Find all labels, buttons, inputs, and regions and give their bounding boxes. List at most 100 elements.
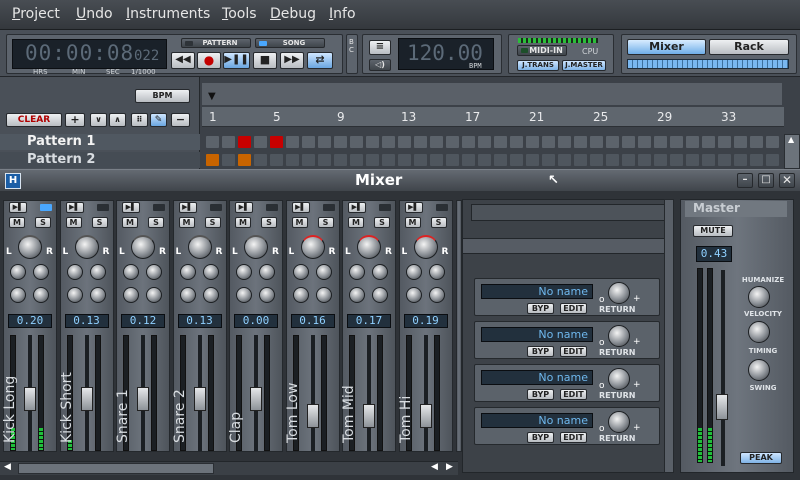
sequence-cell[interactable] (414, 154, 427, 166)
sequence-cell[interactable] (222, 154, 235, 166)
sequence-cell[interactable] (654, 154, 667, 166)
fx-send-knob-1[interactable] (66, 264, 83, 280)
stop-button[interactable]: ■ (253, 52, 277, 69)
scrollbar-thumb[interactable] (18, 463, 214, 474)
fast-forward-button[interactable]: ▶▶ (280, 52, 304, 69)
play-sample-button[interactable]: ▶▌ (178, 202, 197, 213)
swing-knob[interactable] (748, 359, 770, 381)
solo-button[interactable]: S (261, 217, 277, 228)
fx-send-knob-1[interactable] (179, 264, 196, 280)
move-up-button[interactable]: ∧ (109, 113, 126, 127)
fx-send-knob-4[interactable] (146, 287, 162, 303)
fx-return-knob[interactable] (608, 325, 630, 347)
volume-fader[interactable] (193, 387, 206, 411)
sequence-cell[interactable] (254, 136, 267, 148)
fx-edit-button[interactable]: EDIT (560, 346, 587, 357)
sequence-cell[interactable] (318, 136, 331, 148)
humanize-timing-knob[interactable] (748, 321, 770, 343)
sequence-cell-active[interactable] (270, 136, 283, 148)
sequence-cell[interactable] (318, 154, 331, 166)
sequence-cell[interactable] (254, 154, 267, 166)
mute-button[interactable]: M (348, 217, 364, 228)
fx-send-knob-4[interactable] (259, 287, 275, 303)
sequence-cell[interactable] (478, 136, 491, 148)
sequence-cell[interactable] (494, 136, 507, 148)
sequence-cell[interactable] (686, 154, 699, 166)
sequence-cell[interactable] (526, 136, 539, 148)
sequence-cell[interactable] (542, 154, 555, 166)
bc-selector[interactable]: B C (346, 34, 358, 74)
play-sample-button[interactable]: ▶▌ (348, 202, 366, 213)
sequence-cell[interactable] (286, 136, 299, 148)
sequence-cell[interactable] (206, 136, 219, 148)
sequence-cell[interactable] (382, 136, 395, 148)
volume-fader[interactable] (306, 404, 319, 428)
fx-send-knob-3[interactable] (405, 287, 422, 303)
mixer-window-titlebar[interactable]: H Mixer ↖ – □ ✕ (0, 169, 800, 191)
sequence-cell[interactable] (606, 136, 619, 148)
solo-button[interactable]: S (91, 217, 108, 228)
add-pattern-button[interactable]: + (65, 113, 85, 127)
mute-button[interactable]: M (122, 217, 138, 228)
sequence-cell[interactable] (494, 154, 507, 166)
fx-send-knob-1[interactable] (123, 264, 139, 280)
menu-instruments[interactable]: Instruments (126, 6, 210, 22)
fx-edit-button[interactable]: EDIT (560, 303, 587, 314)
sequence-cell[interactable] (510, 136, 523, 148)
menu-info[interactable]: Info (329, 6, 356, 22)
sequence-cell[interactable] (638, 154, 651, 166)
sequence-cell[interactable] (766, 136, 779, 148)
sequence-cell[interactable] (558, 136, 571, 148)
pattern-list-item[interactable]: Pattern 1 (0, 134, 200, 150)
sequence-cell[interactable] (270, 154, 283, 166)
speaker-button[interactable]: ◁) (369, 59, 391, 71)
pan-knob[interactable] (74, 235, 99, 259)
menu-project[interactable]: Project (12, 6, 60, 22)
solo-button[interactable]: S (430, 217, 447, 228)
sequence-cell[interactable] (590, 154, 603, 166)
song-mode-button[interactable]: SONG (255, 38, 325, 48)
mute-button[interactable]: M (65, 217, 82, 228)
sequence-cell[interactable] (574, 136, 587, 148)
sequence-cell[interactable] (430, 154, 443, 166)
volume-fader[interactable] (80, 387, 93, 411)
fx-send-knob-2[interactable] (146, 264, 162, 280)
sequence-cell[interactable] (734, 154, 747, 166)
sequence-cell[interactable] (718, 154, 731, 166)
fx-bypass-button[interactable]: BYP (527, 432, 554, 443)
humanize-velocity-knob[interactable] (748, 286, 770, 308)
fx-send-knob-2[interactable] (259, 264, 275, 280)
play-sample-button[interactable]: ▶▌ (235, 202, 253, 213)
sequence-cell[interactable] (590, 136, 603, 148)
sequence-cell[interactable] (334, 136, 347, 148)
sequence-cell[interactable] (222, 136, 235, 148)
menu-undo[interactable]: Undo (76, 6, 113, 22)
sequence-cell[interactable] (606, 154, 619, 166)
sequence-cell[interactable] (382, 154, 395, 166)
sequence-cell[interactable] (526, 154, 539, 166)
bpm-editor-button[interactable]: BPM (135, 89, 190, 103)
fx-send-knob-2[interactable] (372, 264, 388, 280)
fx-send-knob-4[interactable] (89, 287, 106, 303)
bpm-display[interactable]: 120.00 BPM (398, 38, 494, 70)
sequence-cell[interactable] (734, 136, 747, 148)
fx-bypass-button[interactable]: BYP (527, 303, 554, 314)
fx-send-knob-4[interactable] (372, 287, 388, 303)
sequence-cell[interactable] (462, 136, 475, 148)
draw-tool-button[interactable]: ✎ (150, 113, 167, 127)
fx-send-knob-3[interactable] (179, 287, 196, 303)
play-sample-button[interactable]: ▶▌ (122, 202, 140, 213)
volume-fader[interactable] (250, 387, 262, 411)
sequence-cell[interactable] (350, 154, 363, 166)
record-button[interactable]: ● (197, 52, 221, 69)
fx-return-knob[interactable] (608, 368, 630, 390)
pan-knob[interactable] (244, 235, 268, 259)
pan-knob[interactable] (131, 235, 155, 259)
sequence-cell[interactable] (638, 136, 651, 148)
fx-bypass-button[interactable]: BYP (527, 389, 554, 400)
play-sample-button[interactable]: ▶▌ (65, 202, 84, 213)
sequence-cell[interactable] (702, 154, 715, 166)
volume-fader[interactable] (24, 387, 36, 411)
mute-button[interactable]: M (404, 217, 421, 228)
fx-send-knob-1[interactable] (292, 264, 309, 280)
